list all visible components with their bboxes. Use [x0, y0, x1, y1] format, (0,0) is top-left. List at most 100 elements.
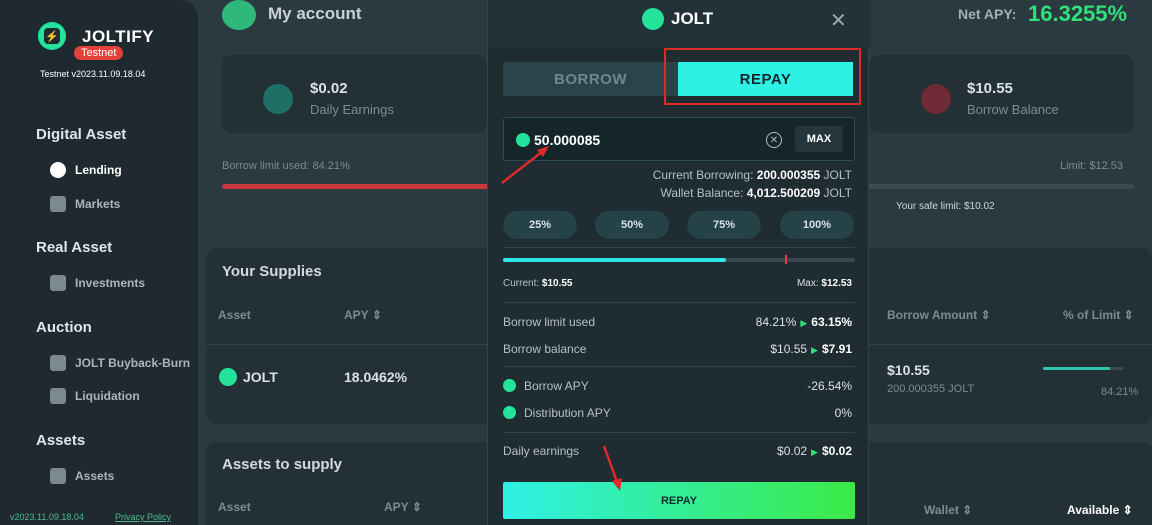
- pct-75-button[interactable]: 75%: [687, 211, 761, 239]
- to-supply-col-asset: Asset: [218, 500, 251, 514]
- jolt-token-icon: [219, 368, 237, 386]
- amount-input[interactable]: [534, 130, 754, 150]
- sidebar-item-label: Liquidation: [75, 389, 140, 403]
- divider: [503, 247, 855, 248]
- from-value: 84.21%: [755, 315, 797, 329]
- divider: [503, 302, 855, 303]
- to-supply-col-apy[interactable]: APY ⇕: [384, 500, 422, 514]
- tab-borrow[interactable]: BORROW: [503, 62, 678, 96]
- sidebar-item-lending[interactable]: Lending: [50, 162, 122, 178]
- borrow-apy-value: -26.54%: [807, 379, 852, 393]
- current-borrowing-value: 200.000355: [756, 168, 821, 182]
- borrow-balance-change: $10.55 ▶ $7.91: [770, 342, 852, 356]
- to-supply-col-available[interactable]: Available ⇕: [1067, 503, 1133, 517]
- row-limit-bar-fill: [1043, 367, 1111, 370]
- max-button[interactable]: MAX: [795, 126, 843, 152]
- modal-title: JOLT: [671, 9, 714, 28]
- sidebar-item-label: Investments: [75, 276, 146, 290]
- jolt-token-icon: [503, 406, 516, 419]
- privacy-policy-link[interactable]: Privacy Policy: [115, 512, 171, 522]
- supply-row-asset[interactable]: JOLT: [243, 369, 278, 385]
- supplies-col-asset: Asset: [218, 308, 251, 322]
- nav-section-assets: Assets: [36, 432, 86, 449]
- borrow-row-limit: 84.21%: [1101, 386, 1139, 398]
- jolt-token-icon: [503, 379, 516, 392]
- col-label: Wallet: [924, 503, 959, 517]
- repay-modal: JOLT ✕ BORROW REPAY ✕ MAX Current Borrow…: [487, 0, 870, 525]
- nav-section-digital-asset: Digital Asset: [36, 126, 127, 143]
- borrow-limit-used-text: Borrow limit used: 84.21%: [222, 160, 350, 172]
- wallet-balance-line: Wallet Balance: 4,012.500209 JOLT: [661, 186, 852, 200]
- col-label: APY: [384, 500, 409, 514]
- distribution-apy-row: Distribution APY: [503, 406, 611, 420]
- clear-icon[interactable]: ✕: [766, 132, 782, 148]
- pct-50-button[interactable]: 50%: [595, 211, 669, 239]
- borrow-coins-icon: [921, 84, 951, 114]
- distribution-apy-value: 0%: [834, 406, 852, 420]
- sidebar-item-assets[interactable]: Assets: [50, 468, 114, 484]
- borrow-balance-label: Borrow Balance: [967, 102, 1059, 117]
- to-value: $0.02: [821, 444, 852, 458]
- assets-to-supply-title: Assets to supply: [222, 456, 343, 473]
- to-supply-col-wallet[interactable]: Wallet ⇕: [924, 503, 972, 517]
- net-apy-label: Net APY:: [958, 6, 1017, 22]
- close-icon[interactable]: ✕: [830, 8, 847, 33]
- max-limit: Max: $12.53: [797, 278, 852, 289]
- borrows-divider: [869, 344, 1152, 345]
- page-title: My account: [268, 4, 362, 23]
- from-value: $10.55: [770, 342, 808, 356]
- sidebar-item-liquidation[interactable]: Liquidation: [50, 388, 140, 404]
- sort-icon: ⇕: [1122, 503, 1133, 517]
- net-apy-value: 16.3255%: [1028, 1, 1128, 26]
- repay-button[interactable]: REPAY: [503, 482, 855, 519]
- supplies-divider: [206, 344, 487, 345]
- nav-section-real-asset: Real Asset: [36, 239, 113, 256]
- from-value: $0.02: [777, 444, 808, 458]
- flame-icon: [50, 355, 66, 371]
- borrow-balance-label: Borrow balance: [503, 342, 587, 356]
- joltify-logo[interactable]: ⚡: [38, 22, 66, 50]
- sidebar-item-investments[interactable]: Investments: [50, 275, 145, 291]
- borrow-row-amount-sub: 200.000355 JOLT: [887, 383, 975, 395]
- to-value: $7.91: [821, 342, 852, 356]
- borrows-col-amount[interactable]: Borrow Amount ⇕: [887, 308, 991, 322]
- sidebar-item-label: Markets: [75, 197, 121, 211]
- borrows-col-limit[interactable]: % of Limit ⇕: [1063, 308, 1134, 322]
- current-borrowing-unit: JOLT: [823, 168, 852, 182]
- jolt-token-icon: [516, 133, 530, 147]
- version-label: Testnet v2023.11.09.18.04: [40, 69, 146, 79]
- supplies-col-apy[interactable]: APY ⇕: [344, 308, 382, 322]
- account-shield-icon: [222, 0, 256, 30]
- sidebar-item-buyback-burn[interactable]: JOLT Buyback-Burn: [50, 355, 190, 371]
- sidebar-item-label: Lending: [75, 163, 122, 177]
- earnings-coins-icon: [263, 84, 293, 114]
- col-label: % of Limit: [1063, 308, 1121, 322]
- sort-icon: ⇕: [371, 308, 382, 322]
- wallet-balance-value: 4,012.500209: [746, 186, 821, 200]
- distribution-apy-label: Distribution APY: [524, 406, 611, 420]
- max-value: $12.53: [821, 278, 852, 289]
- sidebar-item-label: Assets: [75, 469, 115, 483]
- borrow-limit-used-change: 84.21% ▶ 63.15%: [756, 315, 852, 329]
- max-label: Max:: [796, 278, 819, 289]
- safe-limit-text: Your safe limit: $10.02: [896, 201, 995, 212]
- annotation-highlight-box: [664, 48, 861, 105]
- col-label: Borrow Amount: [887, 308, 978, 322]
- pct-100-button[interactable]: 100%: [780, 211, 854, 239]
- investments-icon: [50, 275, 66, 291]
- jolt-token-icon: [642, 8, 664, 30]
- amount-field: ✕ MAX: [503, 117, 855, 161]
- pct-25-button[interactable]: 25%: [503, 211, 577, 239]
- borrow-limit-used-label: Borrow limit used: [503, 315, 596, 329]
- sidebar-item-markets[interactable]: Markets: [50, 196, 120, 212]
- sort-icon: ⇕: [962, 503, 973, 517]
- supply-row-apy: 18.0462%: [344, 369, 408, 385]
- borrow-row-amount: $10.55: [887, 362, 930, 378]
- sidebar-item-label: JOLT Buyback-Burn: [75, 356, 191, 370]
- wallet-icon: [50, 468, 66, 484]
- wallet-balance-unit: JOLT: [823, 186, 852, 200]
- current-borrowing-line: Current Borrowing: 200.000355 JOLT: [653, 168, 852, 182]
- current-borrowing-label: Current Borrowing:: [652, 168, 754, 182]
- to-value: 63.15%: [811, 315, 852, 329]
- brand-name: JOLTIFY: [82, 27, 155, 46]
